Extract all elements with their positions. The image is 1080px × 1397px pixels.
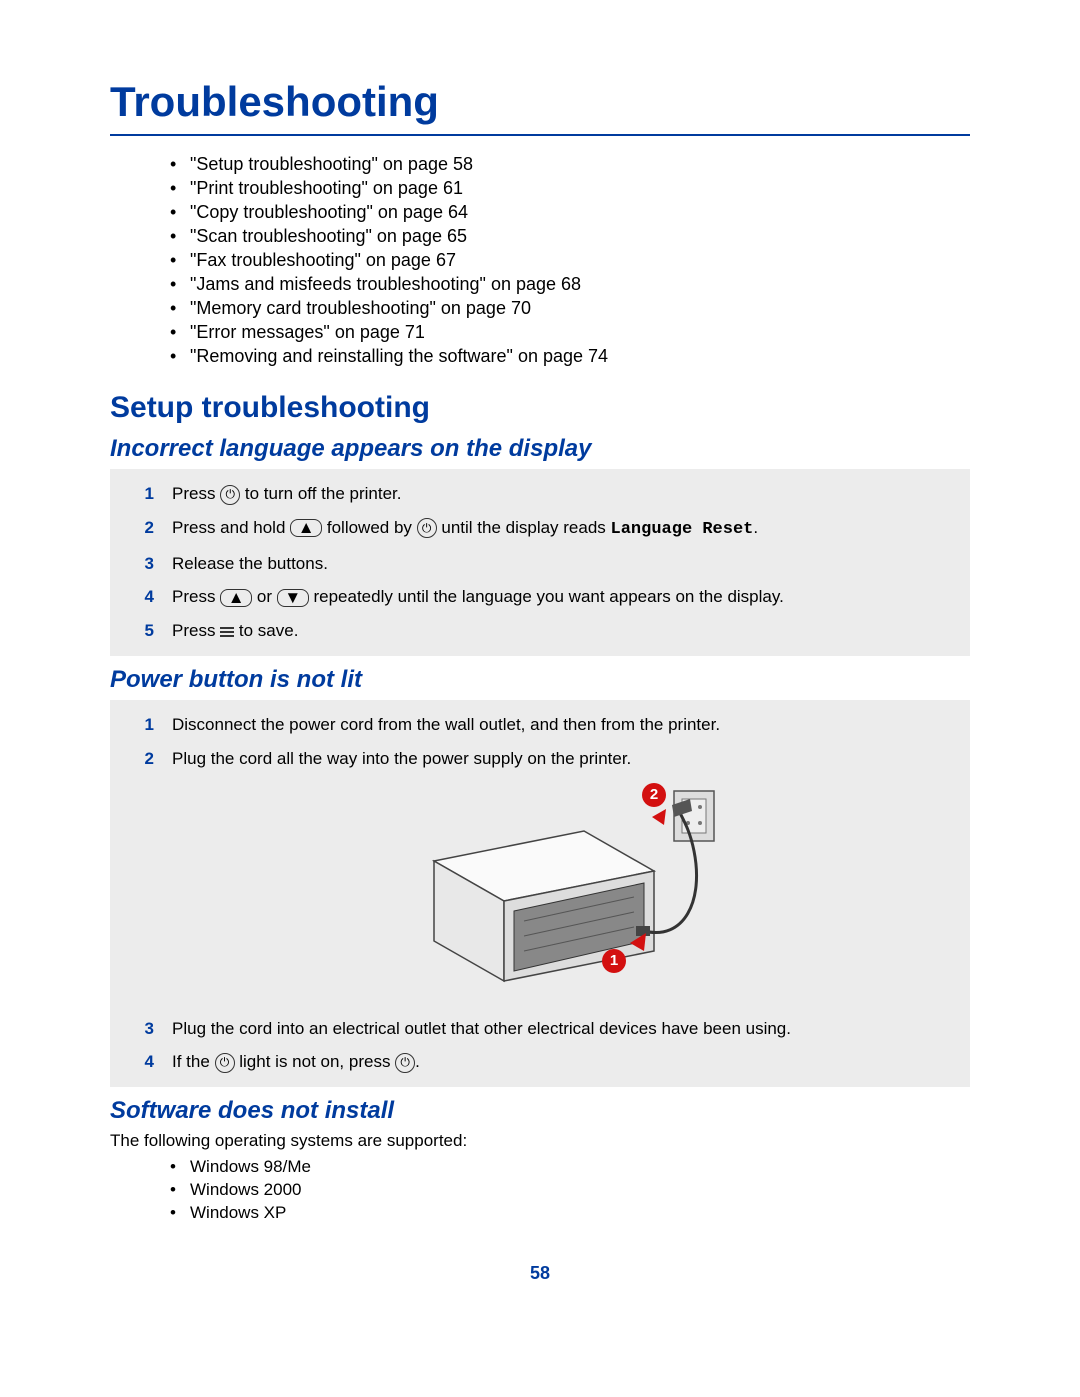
- printer-diagram: 2 1: [394, 781, 734, 1001]
- diagram-badge: 2: [642, 783, 666, 807]
- step-text: Press and hold: [172, 518, 290, 537]
- step-number: 1: [130, 482, 154, 506]
- up-arrow-icon: ▲: [290, 519, 322, 537]
- toc-item[interactable]: "Copy troubleshooting" on page 64: [170, 202, 970, 223]
- list-item: Windows 2000: [170, 1180, 970, 1200]
- step-text: repeatedly until the language you want a…: [309, 587, 784, 606]
- step-text: .: [415, 1052, 420, 1071]
- subsection-heading: Power button is not lit: [110, 666, 970, 694]
- table-of-contents: "Setup troubleshooting" on page 58 "Prin…: [110, 154, 970, 367]
- power-icon: ⏻: [220, 485, 240, 505]
- step-text: Plug the cord into an electrical outlet …: [172, 1019, 791, 1038]
- list-item: Windows XP: [170, 1203, 970, 1223]
- power-icon: ⏻: [215, 1053, 235, 1073]
- step-number: 3: [130, 552, 154, 576]
- step: 5 Press to save.: [160, 614, 956, 648]
- display-text: Language Reset: [611, 520, 754, 539]
- step-text: to save.: [234, 621, 298, 640]
- subsection-heading: Software does not install: [110, 1097, 970, 1125]
- step-text: Press: [172, 621, 220, 640]
- steps-block: 1 Press ⏻ to turn off the printer. 2 Pre…: [110, 469, 970, 656]
- step-number: 1: [130, 713, 154, 737]
- printer-svg: [394, 781, 734, 1001]
- toc-item[interactable]: "Print troubleshooting" on page 61: [170, 178, 970, 199]
- step: 3 Plug the cord into an electrical outle…: [160, 1012, 956, 1046]
- step-text: If the: [172, 1052, 215, 1071]
- list-item: Windows 98/Me: [170, 1157, 970, 1177]
- steps-block: 1 Disconnect the power cord from the wal…: [110, 700, 970, 1087]
- step-text: Press: [172, 484, 220, 503]
- page-title: Troubleshooting: [110, 78, 970, 126]
- step-number: 4: [130, 1050, 154, 1074]
- section-heading: Setup troubleshooting: [110, 391, 970, 425]
- toc-item[interactable]: "Error messages" on page 71: [170, 322, 970, 343]
- intro-text: The following operating systems are supp…: [110, 1131, 970, 1151]
- step-number: 2: [130, 516, 154, 540]
- step-text: Plug the cord all the way into the power…: [172, 749, 631, 768]
- step-number: 2: [130, 747, 154, 771]
- step-text: light is not on, press: [235, 1052, 396, 1071]
- step: 1 Disconnect the power cord from the wal…: [160, 708, 956, 742]
- step-text: to turn off the printer.: [240, 484, 401, 503]
- step: 2 Plug the cord all the way into the pow…: [160, 742, 956, 1012]
- menu-icon: [220, 625, 234, 639]
- step-text: or: [252, 587, 277, 606]
- step-text: followed by: [322, 518, 417, 537]
- page-number: 58: [110, 1263, 970, 1284]
- toc-item[interactable]: "Scan troubleshooting" on page 65: [170, 226, 970, 247]
- down-arrow-icon: ▼: [277, 589, 309, 607]
- power-icon: ⏻: [417, 518, 437, 538]
- step-text: Press: [172, 587, 220, 606]
- toc-item[interactable]: "Setup troubleshooting" on page 58: [170, 154, 970, 175]
- step: 2 Press and hold ▲ followed by ⏻ until t…: [160, 511, 956, 547]
- step: 4 If the ⏻ light is not on, press ⏻.: [160, 1045, 956, 1079]
- step-number: 5: [130, 619, 154, 643]
- step-text: Disconnect the power cord from the wall …: [172, 715, 720, 734]
- toc-item[interactable]: "Memory card troubleshooting" on page 70: [170, 298, 970, 319]
- step-text: Release the buttons.: [172, 554, 328, 573]
- step-text: .: [753, 518, 758, 537]
- step-number: 3: [130, 1017, 154, 1041]
- power-icon: ⏻: [395, 1053, 415, 1073]
- document-page: Troubleshooting "Setup troubleshooting" …: [0, 0, 1080, 1397]
- up-arrow-icon: ▲: [220, 589, 252, 607]
- subsection-heading: Incorrect language appears on the displa…: [110, 435, 970, 463]
- title-divider: [110, 134, 970, 136]
- os-list: Windows 98/Me Windows 2000 Windows XP: [110, 1157, 970, 1223]
- step: 1 Press ⏻ to turn off the printer.: [160, 477, 956, 511]
- toc-item[interactable]: "Removing and reinstalling the software"…: [170, 346, 970, 367]
- step-text: until the display reads: [437, 518, 611, 537]
- toc-item[interactable]: "Fax troubleshooting" on page 67: [170, 250, 970, 271]
- step: 3 Release the buttons.: [160, 547, 956, 581]
- step-number: 4: [130, 585, 154, 609]
- step: 4 Press ▲ or ▼ repeatedly until the lang…: [160, 580, 956, 614]
- diagram-badge: 1: [602, 949, 626, 973]
- toc-item[interactable]: "Jams and misfeeds troubleshooting" on p…: [170, 274, 970, 295]
